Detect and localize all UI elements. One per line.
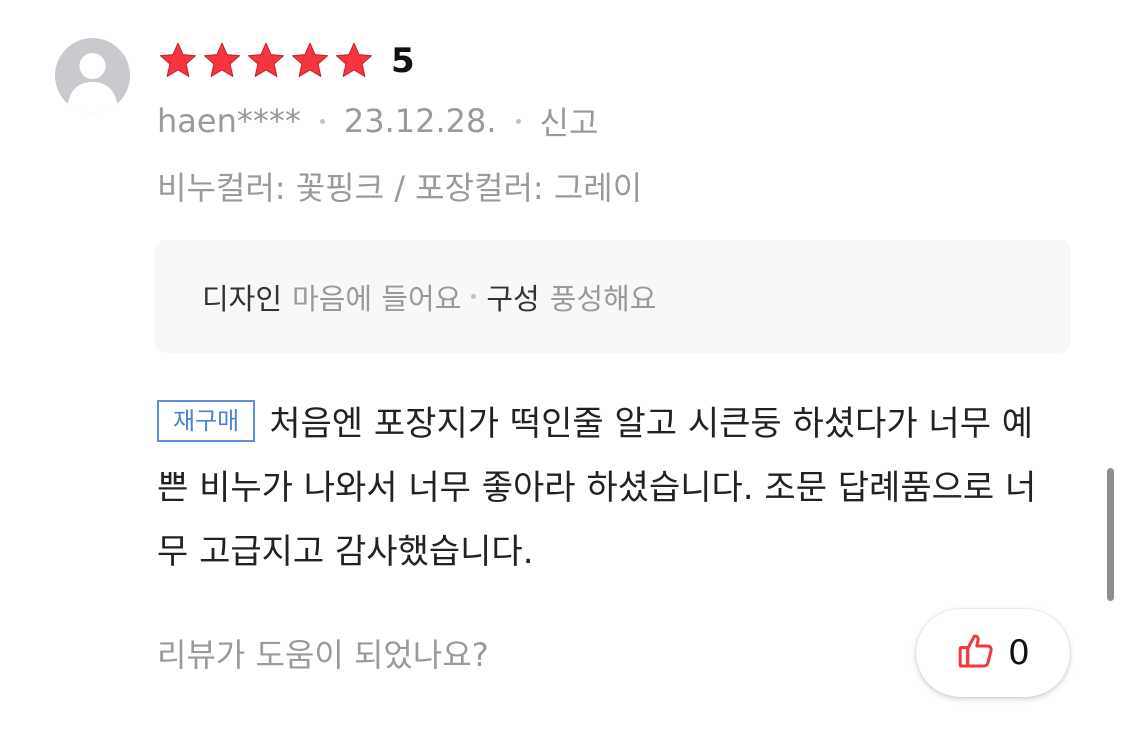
- review-text: 처음엔 포장지가 떡인줄 알고 시큰둥 하셨다가 너무 예쁜 비누가 나와서 너…: [157, 404, 1037, 572]
- rating-score: 5: [391, 41, 415, 81]
- survey-value-design: 마음에 들어요: [292, 281, 462, 316]
- star-icon: [335, 42, 373, 77]
- author-name: haen****: [157, 102, 301, 140]
- review-date: 23.12.28.: [343, 102, 497, 140]
- survey-key-design: 디자인: [202, 281, 283, 316]
- review-meta: haen**** 23.12.28. 신고: [157, 98, 598, 144]
- meta-separator: [515, 118, 521, 124]
- survey-key-composition: 구성: [486, 281, 540, 316]
- helpful-question: 리뷰가 도움이 되었나요?: [157, 636, 489, 674]
- survey-summary: 디자인 마음에 들어요 구성 풍성해요: [155, 240, 1071, 353]
- like-count: 0: [1008, 633, 1030, 673]
- star-icon: [159, 42, 197, 77]
- star-rating: [157, 40, 377, 82]
- review-text-block: 재구매 처음엔 포장지가 떡인줄 알고 시큰둥 하셨다가 너무 예쁜 비누가 나와…: [157, 392, 1062, 584]
- rating-row: 5: [157, 38, 415, 84]
- report-link[interactable]: 신고: [540, 98, 599, 144]
- review-card: 5 haen**** 23.12.28. 신고 비누컬러: 꽃핑크 / 포장컬러…: [0, 0, 1125, 735]
- survey-value-composition: 풍성해요: [549, 281, 657, 316]
- star-icon: [203, 42, 241, 77]
- star-icon: [291, 42, 329, 77]
- star-icon: [247, 42, 285, 77]
- thumbs-up-icon: [956, 631, 996, 675]
- user-silhouette-icon: [67, 53, 118, 113]
- meta-separator: [319, 118, 325, 124]
- product-options: 비누컬러: 꽃핑크 / 포장컬러: 그레이: [157, 169, 643, 207]
- helpful-like-button[interactable]: 0: [916, 609, 1070, 697]
- rebuy-badge: 재구매: [157, 400, 256, 442]
- scrollbar[interactable]: [1107, 468, 1114, 601]
- survey-separator: [471, 294, 477, 299]
- avatar: [55, 38, 130, 113]
